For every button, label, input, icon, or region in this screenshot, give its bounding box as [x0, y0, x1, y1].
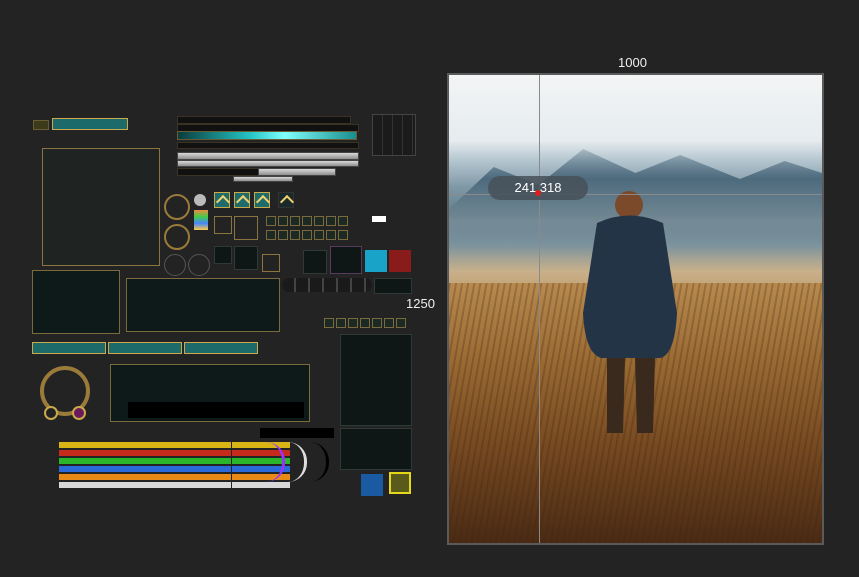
ring-row [282, 278, 372, 292]
bar-yellow [59, 442, 231, 448]
wide-panel [126, 278, 280, 332]
name-bar-3 [184, 342, 258, 354]
dark-bar-1 [177, 116, 351, 124]
dark-bar-4 [177, 168, 259, 176]
sprite-atlas [28, 112, 418, 502]
landscape-photo [449, 75, 822, 543]
cursor-marker [535, 190, 541, 196]
inventory-panel [32, 270, 120, 334]
bar-blue [59, 466, 231, 472]
arc-white [288, 442, 307, 482]
top-left-bar [52, 118, 128, 130]
small-icon [33, 120, 49, 130]
yellow-square [389, 472, 411, 494]
name-bar-2 [108, 342, 182, 354]
bar-yellow-2 [232, 442, 290, 448]
frame-large [42, 148, 160, 266]
gray-bar-3 [258, 168, 336, 176]
name-bar-1 [32, 342, 106, 354]
ring-empty-2 [188, 254, 210, 276]
cursor-coordinate-readout: 241.318 [488, 176, 588, 200]
slot-frame-3 [262, 254, 280, 272]
button-row-3 [324, 318, 414, 329]
ornate-dot-1 [44, 406, 58, 420]
bar-orange [59, 474, 231, 480]
white-keys [372, 216, 386, 222]
bar-red [59, 450, 231, 456]
slot-frame-1 [214, 216, 232, 234]
tall-panel-1 [340, 334, 412, 426]
dark-tile-1 [303, 250, 327, 274]
chevron-up-icon [254, 192, 270, 208]
dark-tile-2 [330, 246, 362, 274]
black-strip [260, 428, 334, 438]
color-swatches [194, 210, 208, 230]
button-row-2 [266, 230, 356, 241]
bar-white [59, 482, 231, 488]
arc-black [310, 442, 329, 482]
gray-bar-4 [233, 176, 293, 182]
guide-vertical[interactable] [539, 75, 540, 543]
slot-dark-1 [214, 246, 232, 264]
ring-widget [164, 194, 190, 220]
bar-orange-2 [232, 474, 290, 480]
blue-tile [365, 250, 387, 272]
person-figure [583, 191, 677, 433]
red-tile [389, 250, 411, 272]
blue-square [361, 474, 383, 496]
chevron-up-icon [234, 192, 250, 208]
dark-tile-3 [374, 278, 412, 294]
tall-panel-2 [340, 428, 412, 470]
action-bar-black [128, 402, 304, 418]
canvas-height-label: 1250 [406, 296, 435, 311]
ornate-dot-2 [72, 406, 86, 420]
bar-green [59, 458, 231, 464]
button-row-1 [266, 216, 356, 227]
bar-white-2 [232, 482, 290, 488]
ring-empty-1 [164, 254, 186, 276]
slot-frame-2 [234, 216, 258, 240]
gray-bar-2 [177, 160, 359, 167]
chevron-up-icon [214, 192, 230, 208]
gray-bar-1 [177, 152, 359, 160]
icon-grid [372, 114, 416, 156]
dot-widget [194, 194, 206, 206]
dark-bar-3 [177, 142, 359, 149]
ring-widget-2 [164, 224, 190, 250]
slot-dark-2 [234, 246, 258, 270]
chevron-up-icon [278, 192, 294, 208]
canvas-width-label: 1000 [618, 55, 647, 70]
image-canvas[interactable] [447, 73, 824, 545]
teal-progress-bar [177, 131, 357, 140]
